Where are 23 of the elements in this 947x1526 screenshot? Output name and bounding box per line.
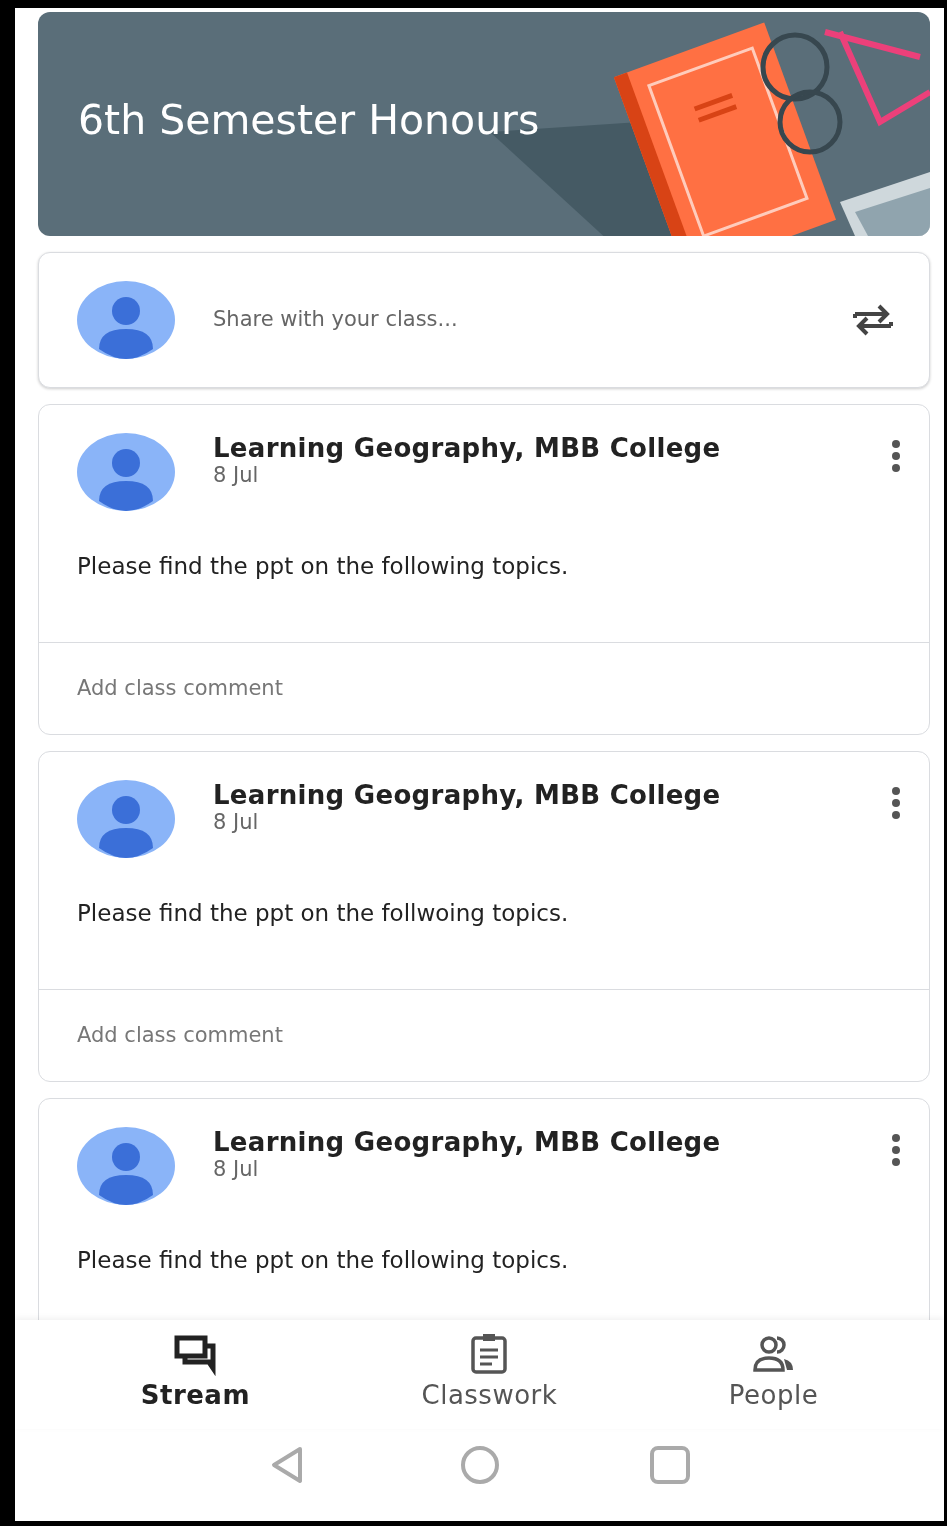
avatar-icon <box>77 780 175 858</box>
share-field[interactable]: Share with your class... <box>213 304 851 336</box>
avatar-icon <box>77 1127 175 1205</box>
more-options-icon[interactable] <box>889 1133 903 1167</box>
post-text: Please find the ppt on the following topics. <box>76 1246 570 1275</box>
post-text: Please find the ppt on the follwoing topics. <box>76 899 570 928</box>
more-options-icon[interactable] <box>889 786 903 820</box>
post-author: Learning Geography, MBB College <box>213 1127 722 1159</box>
nav-tab[interactable]: Classwork <box>411 1332 568 1415</box>
post-date: 8 Jul <box>213 464 260 488</box>
comment-field[interactable]: Add class comment <box>39 641 929 734</box>
post-text: Please find the ppt on the following topics. <box>76 552 570 581</box>
class-title: 6th Semester Honours <box>78 95 540 147</box>
nav-tab[interactable]: People <box>718 1332 829 1415</box>
post-author: Learning Geography, MBB College <box>213 433 722 465</box>
comment-field[interactable]: Add class comment <box>39 988 929 1081</box>
avatar-icon <box>77 281 175 359</box>
post-date: 8 Jul <box>213 1158 260 1182</box>
post-author: Learning Geography, MBB College <box>213 780 722 812</box>
avatar-icon <box>77 433 175 511</box>
nav-tab[interactable]: Stream <box>130 1332 260 1415</box>
more-options-icon[interactable] <box>889 439 903 473</box>
post-date: 8 Jul <box>213 811 260 835</box>
